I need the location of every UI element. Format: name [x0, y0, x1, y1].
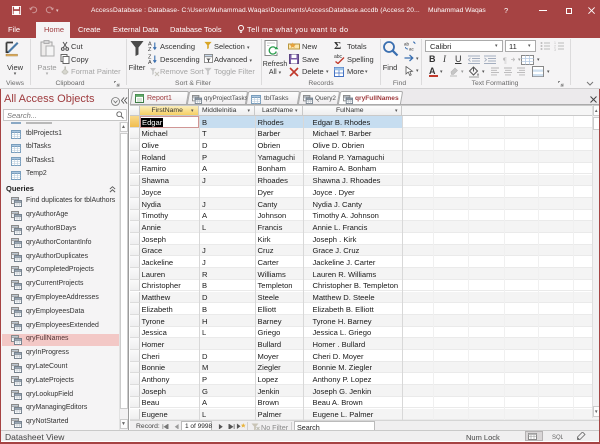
svg-text:3: 3 — [554, 48, 556, 51]
svg-text:¶: ¶ — [503, 56, 507, 64]
svg-text:abc: abc — [334, 54, 343, 60]
svg-text:A: A — [148, 60, 152, 64]
svg-text:ac: ac — [409, 47, 415, 52]
svg-text:SQL: SQL — [552, 435, 563, 440]
svg-text:Z: Z — [148, 47, 152, 51]
